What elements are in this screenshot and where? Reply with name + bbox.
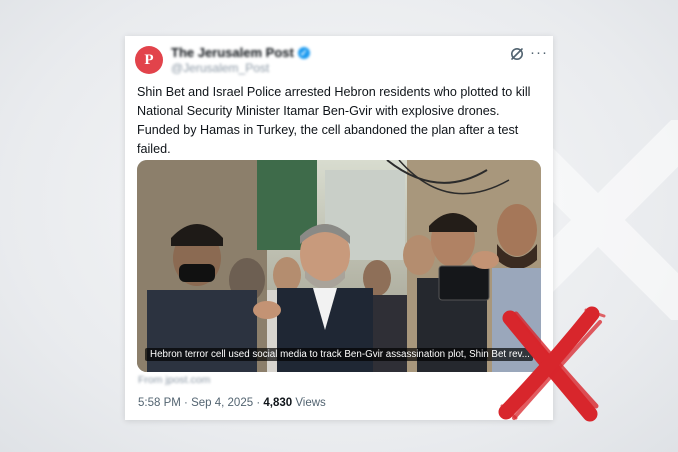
grok-icon[interactable] (509, 46, 525, 62)
red-x-mark (498, 306, 606, 422)
post-date[interactable]: Sep 4, 2025 (191, 397, 253, 409)
media-caption[interactable]: Hebron terror cell used social media to … (145, 348, 533, 361)
verified-icon: ✓ (297, 46, 310, 59)
tweet-card: P The Jerusalem Post ✓ @Jerusalem_Post ·… (125, 36, 553, 420)
tweet-text: Shin Bet and Israel Police arrested Hebr… (137, 85, 531, 156)
tweet-metadata: 5:58 PM · Sep 4, 2025 · 4,830 Views (138, 397, 326, 409)
views-label: Views (295, 397, 326, 409)
avatar[interactable]: P (135, 46, 163, 74)
post-time[interactable]: 5:58 PM (138, 397, 181, 409)
news-photo (137, 160, 541, 372)
avatar-letter: P (144, 51, 154, 68)
views-count: 4,830 (263, 397, 293, 409)
meta-separator: · (184, 397, 188, 409)
account-name[interactable]: The Jerusalem Post (171, 45, 294, 60)
meta-separator: · (256, 397, 261, 409)
account-name-row: The Jerusalem Post ✓ (171, 45, 310, 60)
link-source[interactable]: From jpost.com (138, 374, 210, 386)
more-icon[interactable]: ··· (530, 44, 548, 61)
account-handle[interactable]: @Jerusalem_Post (171, 61, 310, 75)
tweet-media-link-card[interactable]: Hebron terror cell used social media to … (137, 160, 541, 372)
account-info[interactable]: The Jerusalem Post ✓ @Jerusalem_Post (171, 45, 310, 75)
